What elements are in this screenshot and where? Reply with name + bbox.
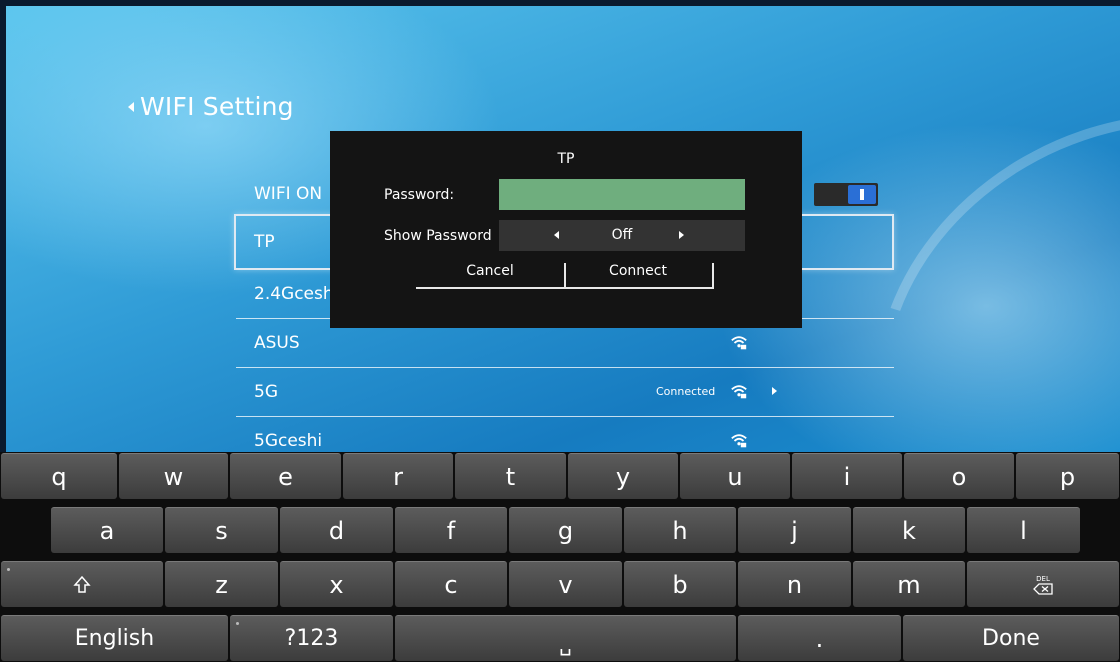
symbols-key[interactable]: ?123	[230, 615, 393, 661]
wifi-locked-icon	[731, 385, 747, 399]
space-key[interactable]: ␣	[395, 615, 736, 661]
show-password-label: Show Password	[384, 228, 492, 244]
long-press-indicator	[7, 568, 10, 571]
symbols-key-label: ?123	[284, 626, 339, 651]
key-j[interactable]: j	[738, 507, 851, 553]
key-q[interactable]: q	[1, 453, 117, 499]
password-input[interactable]	[499, 179, 745, 210]
key-e[interactable]: e	[230, 453, 341, 499]
key-s[interactable]: s	[165, 507, 278, 553]
delete-key[interactable]: DEL	[967, 561, 1119, 607]
key-o[interactable]: o	[904, 453, 1014, 499]
key-c[interactable]: c	[395, 561, 507, 607]
shift-key[interactable]	[1, 561, 163, 607]
connect-button[interactable]: Connect	[564, 263, 714, 289]
network-name: 2.4Gceshi	[254, 284, 339, 304]
key-w[interactable]: w	[119, 453, 228, 499]
shift-arrow-icon	[73, 575, 91, 593]
dialog-title: TP	[557, 151, 575, 167]
key-n[interactable]: n	[738, 561, 851, 607]
network-name: ASUS	[254, 333, 300, 353]
onscreen-keyboard: q w e r t y u i o p a s d f g h j k l z …	[0, 452, 1120, 662]
long-press-indicator	[236, 622, 239, 625]
key-d[interactable]: d	[280, 507, 393, 553]
wifi-toggle[interactable]	[814, 183, 878, 206]
connected-status: Connected	[656, 385, 716, 398]
key-h[interactable]: h	[624, 507, 736, 553]
show-password-selector[interactable]: Off	[499, 220, 745, 251]
cancel-button[interactable]: Cancel	[416, 263, 566, 289]
key-v[interactable]: v	[509, 561, 622, 607]
key-i[interactable]: i	[792, 453, 902, 499]
chevron-right-icon[interactable]	[679, 231, 684, 239]
key-r[interactable]: r	[343, 453, 453, 499]
backspace-icon	[1033, 582, 1053, 595]
key-p[interactable]: p	[1016, 453, 1119, 499]
network-name: 5G	[254, 382, 278, 402]
network-name: TP	[254, 232, 275, 252]
page-header[interactable]: WIFI Setting	[128, 92, 294, 121]
key-g[interactable]: g	[509, 507, 622, 553]
key-a[interactable]: a	[51, 507, 163, 553]
wifi-locked-icon	[731, 336, 747, 350]
period-key[interactable]: .	[738, 615, 901, 661]
network-row-5g[interactable]: 5G Connected	[236, 368, 894, 417]
key-m[interactable]: m	[853, 561, 965, 607]
key-f[interactable]: f	[395, 507, 507, 553]
chevron-right-icon[interactable]	[772, 387, 777, 395]
page-title: WIFI Setting	[140, 92, 294, 121]
back-arrow-icon[interactable]	[128, 101, 134, 112]
key-b[interactable]: b	[624, 561, 736, 607]
key-u[interactable]: u	[680, 453, 790, 499]
key-z[interactable]: z	[165, 561, 278, 607]
language-key[interactable]: English	[1, 615, 228, 661]
key-x[interactable]: x	[280, 561, 393, 607]
show-password-value: Off	[611, 227, 633, 243]
delete-label: DEL	[1036, 574, 1050, 583]
wifi-on-label: WIFI ON	[254, 184, 323, 204]
toggle-knob	[848, 185, 876, 204]
password-label: Password:	[384, 187, 455, 203]
key-y[interactable]: y	[568, 453, 678, 499]
wifi-locked-icon	[731, 434, 747, 448]
key-l[interactable]: l	[967, 507, 1080, 553]
done-key[interactable]: Done	[903, 615, 1119, 661]
password-dialog: TP Password: Show Password Off Cancel Co…	[330, 131, 802, 328]
key-k[interactable]: k	[853, 507, 965, 553]
key-t[interactable]: t	[455, 453, 566, 499]
